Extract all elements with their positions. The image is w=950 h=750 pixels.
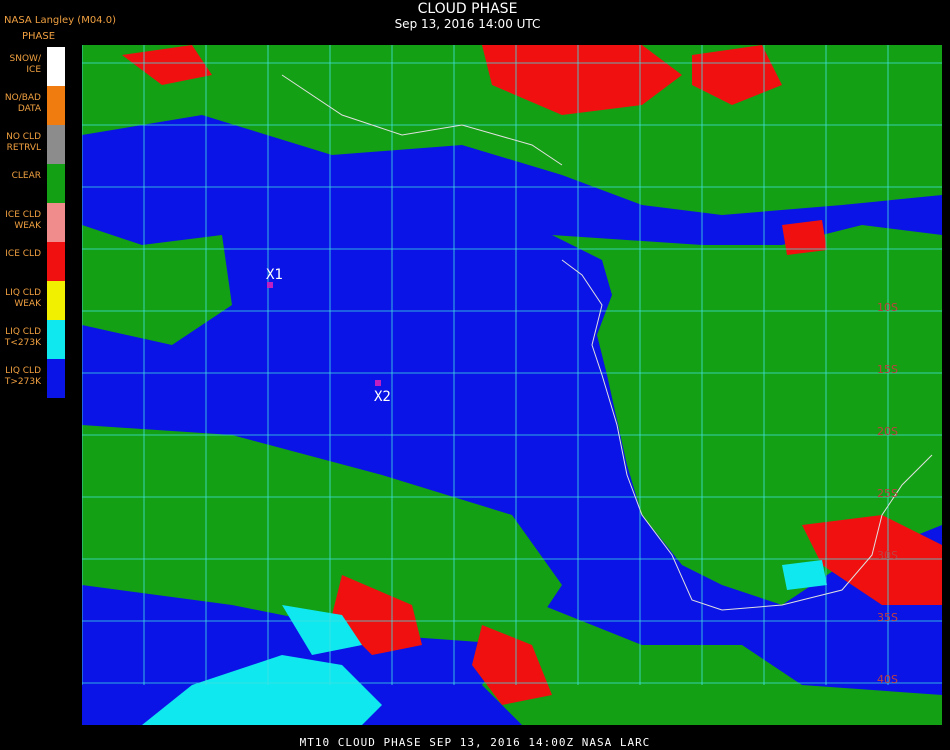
legend-label: LIQ CLD WEAK	[5, 288, 41, 309]
map-title: CLOUD PHASE	[417, 1, 518, 17]
legend-label: SNOW/ ICE	[9, 54, 41, 75]
legend-item: CLEAR	[0, 164, 66, 203]
legend-item: SNOW/ ICE	[0, 47, 66, 86]
legend: SNOW/ ICE NO/BAD DATA NO CLD RETRVL CLEAR IC…	[0, 47, 66, 398]
legend-label: NO CLD RETRVL	[6, 132, 41, 153]
legend-item: LIQ CLD T<273K	[0, 320, 66, 359]
legend-swatch	[47, 86, 65, 125]
map-timestamp: Sep 13, 2016 14:00 UTC	[394, 17, 541, 31]
legend-label: NO/BAD DATA	[4, 93, 41, 114]
legend-label: LIQ CLD T<273K	[4, 327, 41, 348]
legend-item: LIQ CLD WEAK	[0, 281, 66, 320]
legend-item: NO/BAD DATA	[0, 86, 66, 125]
legend-label: LIQ CLD T>273K	[4, 366, 41, 387]
latitude-label: 40S	[877, 673, 898, 686]
legend-item: LIQ CLD T>273K	[0, 359, 66, 398]
legend-swatch	[47, 164, 65, 203]
phase-label: PHASE	[22, 31, 56, 42]
site-marker	[375, 380, 381, 386]
legend-swatch	[47, 47, 65, 86]
legend-swatch	[47, 203, 65, 242]
legend-label: ICE CLD WEAK	[5, 210, 41, 231]
latitude-label: 20S	[877, 425, 898, 438]
cold-liquid-cloud-east	[782, 560, 827, 590]
latitude-label: 10S	[877, 301, 898, 314]
legend-swatch	[47, 359, 65, 398]
ice-cloud-east	[782, 220, 827, 255]
latitude-label: 25S	[877, 487, 898, 500]
legend-item: NO CLD RETRVL	[0, 125, 66, 164]
site-marker-label: X2	[374, 389, 391, 405]
latitude-label: 30S	[877, 549, 898, 562]
legend-swatch	[47, 320, 65, 359]
latitude-label: 35S	[877, 611, 898, 624]
legend-swatch	[47, 242, 65, 281]
latitude-label: 15S	[877, 363, 898, 376]
map-panel: 10S 15S 20S 25S 30S 35S 40S X1 X2	[82, 45, 942, 725]
legend-item: ICE CLD	[0, 242, 66, 281]
legend-swatch	[47, 281, 65, 320]
legend-label: CLEAR	[11, 171, 41, 181]
site-marker-label: X1	[266, 267, 283, 283]
legend-swatch	[47, 125, 65, 164]
legend-label: ICE CLD	[5, 249, 41, 259]
legend-item: ICE CLD WEAK	[0, 203, 66, 242]
footer-caption: MT10 CLOUD PHASE SEP 13, 2016 14:00Z NAS…	[299, 736, 651, 749]
cloud-phase-map: 10S 15S 20S 25S 30S 35S 40S X1 X2	[82, 45, 942, 725]
